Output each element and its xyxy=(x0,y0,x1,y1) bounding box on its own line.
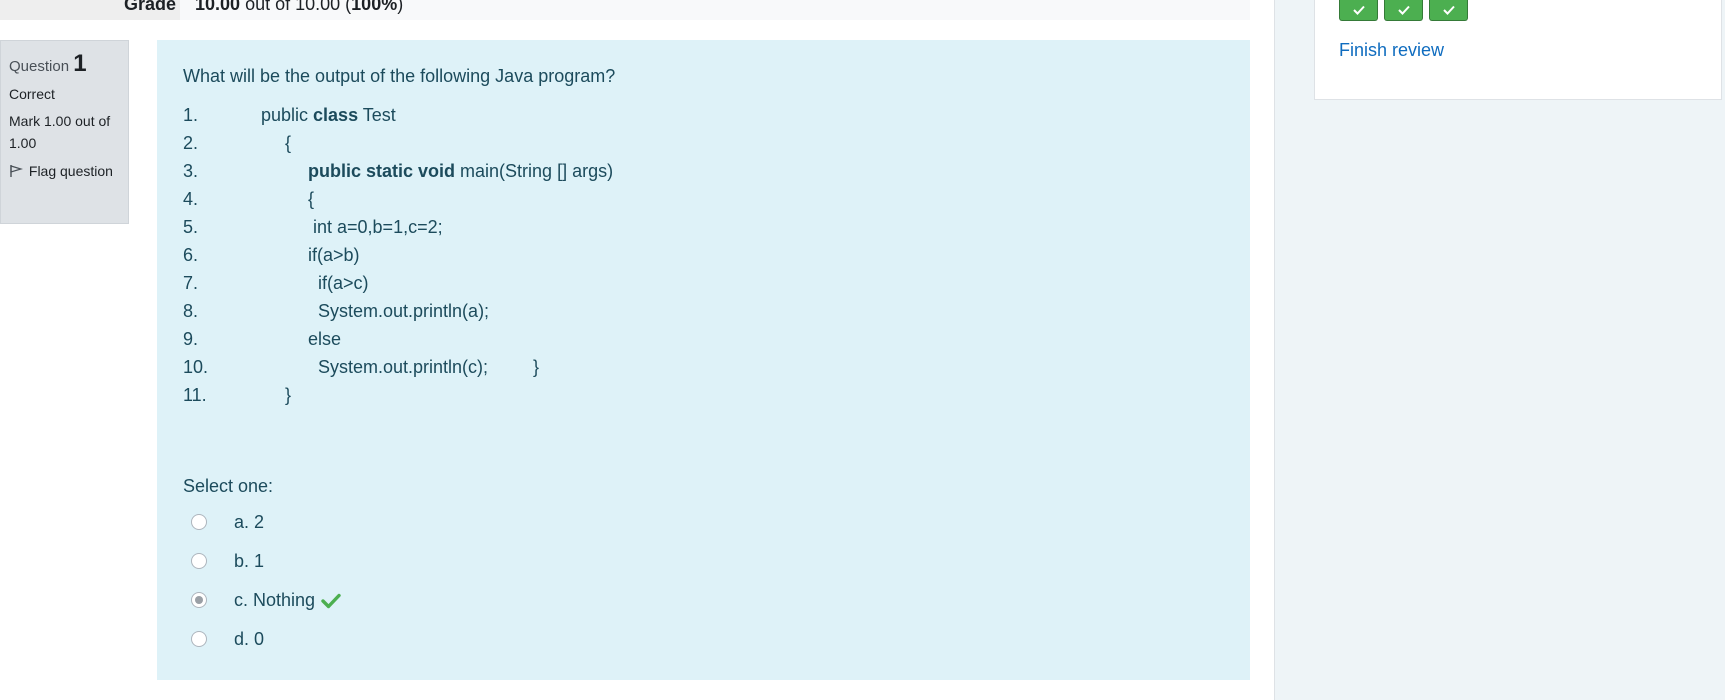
code-keyword: class xyxy=(313,105,359,125)
question-info-box: Question 1 Correct Mark 1.00 out of 1.00… xyxy=(0,40,129,224)
code-text: System.out.println(c); } xyxy=(318,357,540,377)
code-text: if(a>b) xyxy=(308,245,360,265)
finish-review-link[interactable]: Finish review xyxy=(1339,40,1444,61)
answer-radio[interactable] xyxy=(191,631,207,647)
code-text: public class Test xyxy=(261,101,396,129)
code-line: 5. int a=0,b=1,c=2; xyxy=(183,213,1224,241)
code-text: } xyxy=(285,385,292,405)
grade-out-of: out of 10.00 xyxy=(245,0,341,14)
code-text: System.out.println(a); xyxy=(318,301,490,321)
code-segment: public xyxy=(261,105,314,125)
question-mark: Mark 1.00 out of 1.00 xyxy=(9,113,111,151)
line-number: 4. xyxy=(183,189,199,209)
code-segment: Test xyxy=(358,105,396,125)
grade-value: 10.00 out of 10.00 (100%) xyxy=(195,0,403,14)
line-number: 2. xyxy=(183,133,199,153)
code-line: 2. { xyxy=(183,129,1224,157)
line-number: 6. xyxy=(183,245,199,265)
code-line: 10. System.out.println(c); } xyxy=(183,353,1224,381)
question-number-value: 1 xyxy=(73,50,87,77)
code-segment: main(String [] args) xyxy=(455,161,614,181)
answer-radio[interactable] xyxy=(191,514,207,530)
code-line: 3. public static void main(String [] arg… xyxy=(183,157,1224,185)
select-one-label: Select one: xyxy=(183,476,274,496)
answer-label[interactable]: d. 0 xyxy=(234,625,264,653)
grade-summary-row: Grade 10.00 out of 10.00 (100%) xyxy=(0,0,1250,20)
code-line: 8. System.out.println(a); xyxy=(183,297,1224,325)
check-icon xyxy=(1442,5,1455,15)
code-line: 4. { xyxy=(183,185,1224,213)
code-keyword: public static void xyxy=(308,161,456,181)
question-content: What will be the output of the following… xyxy=(157,40,1250,680)
line-number: 9. xyxy=(183,329,199,349)
question-text: What will be the output of the following… xyxy=(183,66,616,86)
flag-icon xyxy=(10,165,24,177)
code-text: public static void main(String [] args) xyxy=(308,157,613,185)
question-state: Correct xyxy=(9,86,55,102)
code-text: if(a>c) xyxy=(318,273,369,293)
check-icon xyxy=(1352,5,1365,15)
code-listing: 1. public class Test 2. { 3. public stat… xyxy=(183,101,1224,409)
question-nav-button[interactable] xyxy=(1429,0,1468,21)
line-number: 7. xyxy=(183,273,199,293)
line-number: 3. xyxy=(183,161,199,181)
line-number: 10. xyxy=(183,357,209,377)
code-text: int a=0,b=1,c=2; xyxy=(308,217,443,237)
answer-label-text: c. Nothing xyxy=(234,590,316,610)
quiz-navigation-block: Finish review xyxy=(1314,0,1722,100)
flag-question-label: Flag question xyxy=(28,163,113,179)
quiz-navigation-drawer: Finish review xyxy=(1274,0,1725,700)
question-nav-button[interactable] xyxy=(1384,0,1423,21)
question-nav-buttons xyxy=(1339,0,1468,21)
check-icon xyxy=(1397,5,1410,15)
check-icon xyxy=(321,594,341,609)
question-word: Question xyxy=(9,58,70,75)
answer-radio[interactable] xyxy=(191,553,207,569)
answer-radio[interactable] xyxy=(191,592,207,608)
code-line: 1. public class Test xyxy=(183,101,1224,129)
grade-score: 10.00 xyxy=(195,0,241,14)
code-line: 9. else xyxy=(183,325,1224,353)
answer-label[interactable]: a. 2 xyxy=(234,508,264,536)
question-nav-button[interactable] xyxy=(1339,0,1378,21)
flag-question-button[interactable]: Flag question xyxy=(9,160,120,182)
grade-percent-close: ) xyxy=(397,0,404,14)
code-text: { xyxy=(285,133,292,153)
quiz-review-page: Grade 10.00 out of 10.00 (100%) Finish r… xyxy=(0,0,1725,700)
grade-percent: 100% xyxy=(351,0,398,14)
line-number: 8. xyxy=(183,301,199,321)
question-number: Question 1 xyxy=(9,50,120,78)
grade-label: Grade xyxy=(0,0,180,20)
code-text: { xyxy=(308,189,315,209)
answer-label[interactable]: b. 1 xyxy=(234,547,264,575)
code-text: else xyxy=(308,329,342,349)
line-number: 11. xyxy=(183,385,207,405)
answer-label[interactable]: c. Nothing xyxy=(234,586,341,614)
line-number: 1. xyxy=(183,105,199,125)
code-line: 7. if(a>c) xyxy=(183,269,1224,297)
code-line: 6. if(a>b) xyxy=(183,241,1224,269)
line-number: 5. xyxy=(183,217,199,237)
code-line: 11. } xyxy=(183,381,1224,409)
